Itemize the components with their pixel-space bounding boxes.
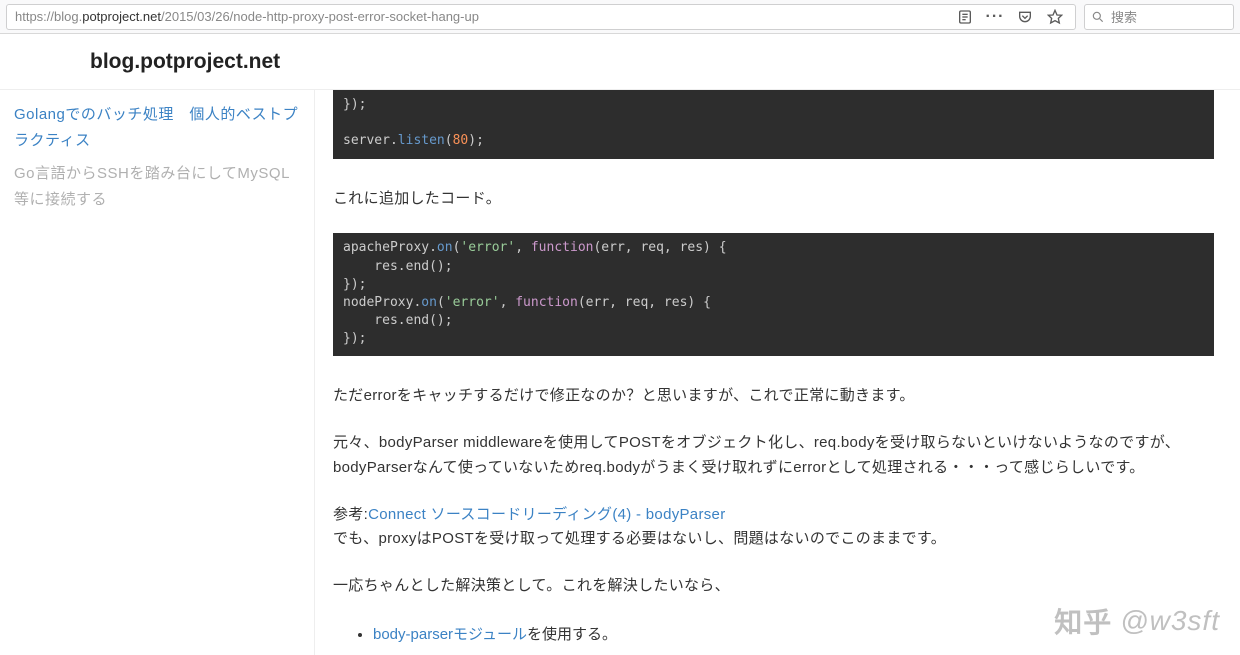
para-proxy-ok: でも、proxyはPOSTを受け取って処理する必要はないし、問題はないのでこのま…: [333, 530, 946, 547]
toolbar-icons: ···: [956, 4, 1064, 30]
code-block-2: apacheProxy.on('error', function(err, re…: [333, 233, 1214, 356]
sidebar: Golangでのバッチ処理 個人的ベストプラクティス Go言語からSSHを踏み台…: [0, 90, 315, 655]
list-item: Expressなどのbody-parserを行ってくれるフレームワークを使用する…: [373, 651, 1214, 655]
search-placeholder: 搜索: [1111, 7, 1137, 26]
url-domain: potproject.net: [82, 9, 161, 24]
browser-chrome: https://blog.potproject.net/2015/03/26/n…: [0, 0, 1240, 34]
page-layout: Golangでのバッチ処理 個人的ベストプラクティス Go言語からSSHを踏み台…: [0, 90, 1240, 655]
search-box[interactable]: 搜索: [1084, 4, 1234, 30]
para-reference: 参考:Connect ソースコードリーディング(4) - bodyParser …: [333, 503, 1214, 553]
blog-title[interactable]: blog.potproject.net: [90, 50, 280, 74]
sidebar-item-ssh-mysql[interactable]: Go言語からSSHを踏み台にしてMySQL等に接続する: [14, 161, 300, 212]
reader-icon[interactable]: [956, 8, 974, 26]
reference-prefix: 参考:: [333, 506, 368, 523]
watermark-handle: @w3sft: [1120, 605, 1220, 637]
main-content: }); server.listen(80); これに追加したコード。 apach…: [315, 90, 1240, 655]
search-icon: [1091, 10, 1105, 24]
blog-header: blog.potproject.net: [0, 34, 1240, 90]
pocket-icon[interactable]: [1016, 8, 1034, 26]
para-just-catch: ただerrorをキャッチするだけで修正なのか？と思いますが、これで正常に動きます…: [333, 384, 1214, 409]
para-bodyparser-explain: 元々、bodyParser middlewareを使用してPOSTをオブジェクト…: [333, 431, 1214, 481]
body-parser-module-link[interactable]: body-parserモジュール: [373, 626, 527, 643]
para-added-code: これに追加したコード。: [333, 187, 1214, 212]
para-proper-fix: 一応ちゃんとした解決策として。これを解決したいなら、: [333, 574, 1214, 599]
more-icon[interactable]: ···: [986, 8, 1004, 26]
reference-link[interactable]: Connect ソースコードリーディング(4) - bodyParser: [368, 506, 725, 523]
code-block-1: }); server.listen(80);: [333, 90, 1214, 159]
url-prefix: https://blog.: [15, 9, 82, 24]
url-path: /2015/03/26/node-http-proxy-post-error-s…: [161, 9, 479, 24]
sidebar-item-golang-batch[interactable]: Golangでのバッチ処理 個人的ベストプラクティス: [14, 102, 300, 153]
url-bar[interactable]: https://blog.potproject.net/2015/03/26/n…: [6, 4, 1076, 30]
watermark-brand: 知乎: [1054, 601, 1112, 641]
star-icon[interactable]: [1046, 8, 1064, 26]
watermark: 知乎 @w3sft: [1054, 601, 1220, 641]
